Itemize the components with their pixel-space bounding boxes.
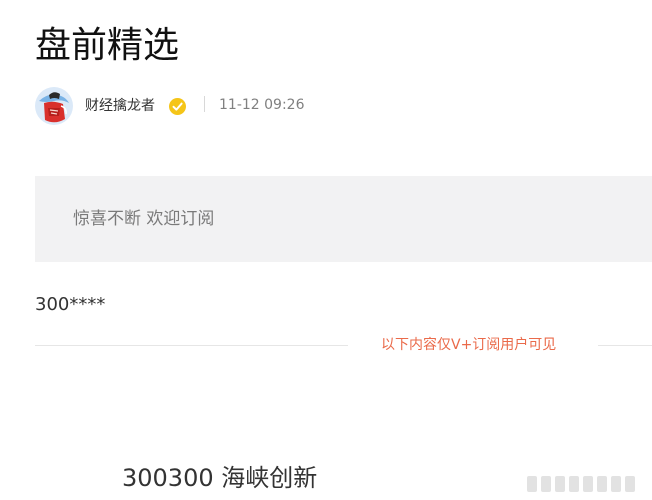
notice-text: 惊喜不断 欢迎订阅 — [73, 209, 215, 229]
verified-badge-icon — [169, 98, 186, 115]
author-row: 财经擒龙者 11-12 09:26 — [35, 86, 635, 126]
publish-time: 11-12 09:26 — [219, 97, 305, 113]
author-name[interactable]: 财经擒龙者 — [85, 97, 155, 115]
blurred-content — [525, 473, 645, 495]
avatar-image — [35, 87, 73, 125]
separator-left — [35, 345, 348, 346]
stock-headline: 300300 海峡创新 — [122, 464, 318, 492]
notice-box: 惊喜不断 欢迎订阅 — [35, 176, 652, 262]
author-avatar[interactable] — [35, 87, 73, 125]
meta-divider — [204, 96, 205, 112]
vip-only-notice[interactable]: 以下内容仅V+订阅用户可见 — [381, 336, 556, 354]
article-page: 盘前精选 财经擒龙者 11-12 09:26 惊喜不断 欢迎订阅 300****… — [0, 0, 652, 500]
separator-right — [598, 345, 652, 346]
article-title: 盘前精选 — [35, 25, 180, 66]
masked-stock-code: 300**** — [35, 294, 106, 315]
